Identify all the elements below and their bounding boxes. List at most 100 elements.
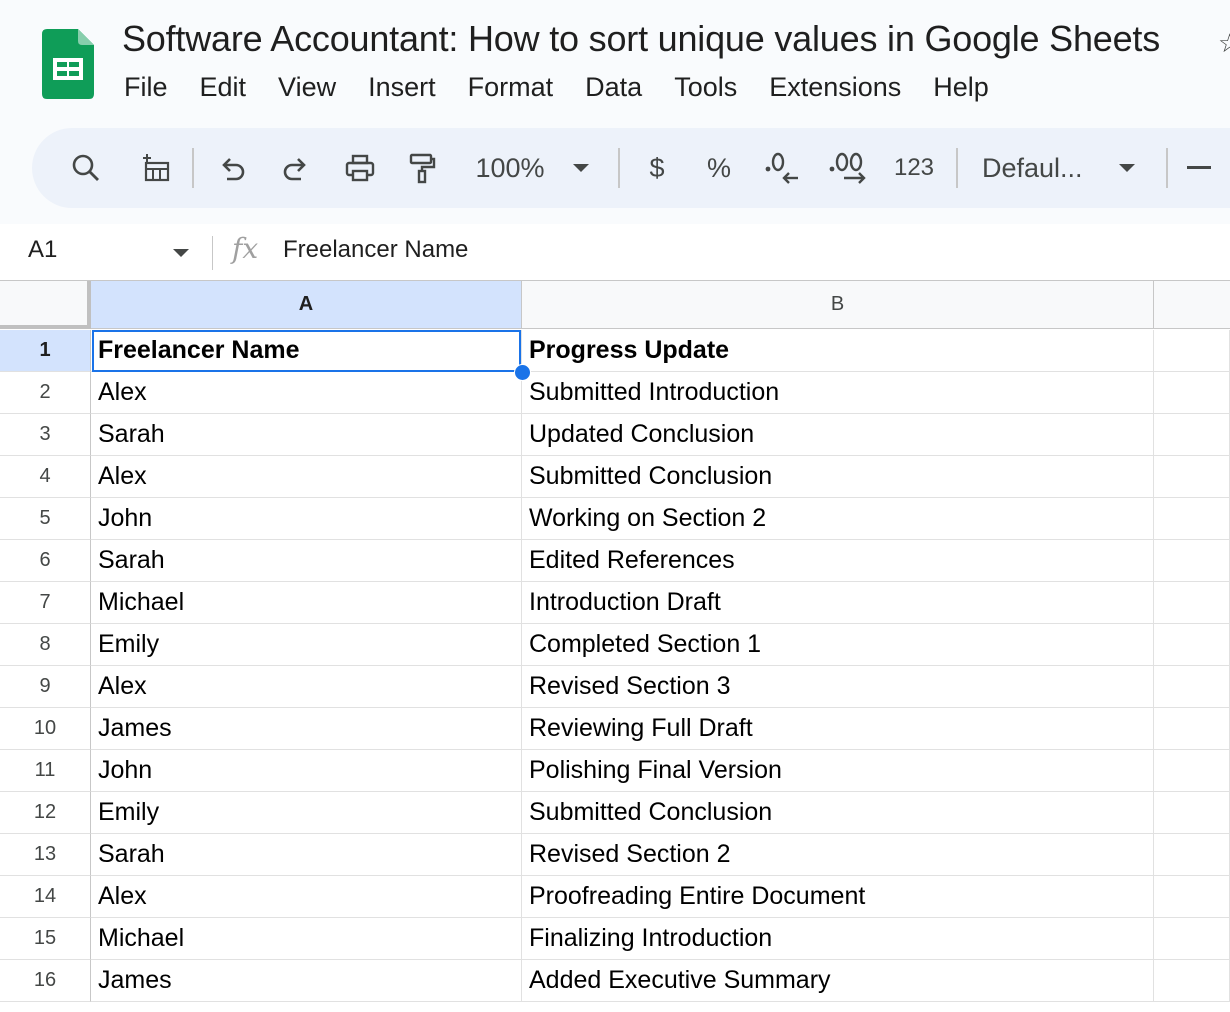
cell-a[interactable]: Alex [91,876,522,918]
cell-c[interactable] [1154,750,1230,792]
cell-b[interactable]: Added Executive Summary [522,960,1154,1002]
star-icon[interactable]: ☆ [1218,28,1230,59]
cell-c[interactable] [1154,666,1230,708]
row-header[interactable]: 15 [0,918,91,960]
cell-a[interactable]: James [91,708,522,750]
cell-a[interactable]: Emily [91,792,522,834]
row-header[interactable]: 6 [0,540,91,582]
font-select[interactable]: Defaul... [982,128,1094,208]
redo-button[interactable] [276,128,316,208]
cell-b[interactable]: Proofreading Entire Document [522,876,1154,918]
cell-c[interactable] [1154,960,1230,1002]
cell-b[interactable]: Edited References [522,540,1154,582]
more-formats-button[interactable]: 123 [890,128,938,208]
cell-b[interactable]: Submitted Conclusion [522,792,1154,834]
paint-format-button[interactable] [402,128,442,208]
row-header[interactable]: 12 [0,792,91,834]
cell-a[interactable]: James [91,960,522,1002]
formula-input[interactable]: Freelancer Name [283,236,468,264]
row-header[interactable]: 3 [0,414,91,456]
cell-c[interactable] [1154,918,1230,960]
row-header[interactable]: 11 [0,750,91,792]
cell-c[interactable] [1154,708,1230,750]
cell-a[interactable]: Freelancer Name [91,330,522,372]
google-sheets-logo-icon[interactable] [42,29,94,99]
decrease-font-size-button[interactable] [1184,128,1214,208]
cell-c[interactable] [1154,330,1230,372]
font-dropdown-button[interactable] [1114,128,1140,208]
cell-c[interactable] [1154,582,1230,624]
column-header-a[interactable]: A [91,281,522,329]
menu-data[interactable]: Data [569,70,658,105]
fill-handle[interactable] [514,364,531,381]
cell-a[interactable]: Sarah [91,834,522,876]
column-header-c[interactable] [1154,281,1230,329]
cell-c[interactable] [1154,792,1230,834]
cell-b[interactable]: Updated Conclusion [522,414,1154,456]
cell-a[interactable]: Sarah [91,414,522,456]
menu-tools[interactable]: Tools [658,70,753,105]
currency-format-button[interactable]: $ [640,128,674,208]
row-header[interactable]: 2 [0,372,91,414]
cell-a[interactable]: Alex [91,372,522,414]
cell-b[interactable]: Revised Section 3 [522,666,1154,708]
zoom-dropdown-button[interactable] [568,128,594,208]
row-header[interactable]: 13 [0,834,91,876]
zoom-select[interactable]: 100% [468,128,552,208]
increase-decimal-button[interactable] [828,128,868,208]
cell-b[interactable]: Completed Section 1 [522,624,1154,666]
cell-b[interactable]: Revised Section 2 [522,834,1154,876]
cell-c[interactable] [1154,540,1230,582]
menu-view[interactable]: View [262,70,352,105]
cell-a[interactable]: Alex [91,456,522,498]
menu-extensions[interactable]: Extensions [753,70,917,105]
cell-c[interactable] [1154,456,1230,498]
decrease-decimal-button[interactable] [762,128,802,208]
row-header[interactable]: 1 [0,330,91,372]
cell-a[interactable]: Michael [91,582,522,624]
document-title[interactable]: Software Accountant: How to sort unique … [122,18,1160,60]
cell-a[interactable]: Michael [91,918,522,960]
print-button[interactable] [340,128,380,208]
cell-c[interactable] [1154,876,1230,918]
row-header[interactable]: 9 [0,666,91,708]
menu-file[interactable]: File [108,70,184,105]
cell-b[interactable]: Working on Section 2 [522,498,1154,540]
name-box[interactable]: A1 [28,236,57,264]
cell-b[interactable]: Reviewing Full Draft [522,708,1154,750]
cell-a[interactable]: Alex [91,666,522,708]
row-header[interactable]: 16 [0,960,91,1002]
menu-help[interactable]: Help [917,70,1005,105]
cell-c[interactable] [1154,414,1230,456]
row-header[interactable]: 7 [0,582,91,624]
row-header[interactable]: 5 [0,498,91,540]
cell-b[interactable]: Finalizing Introduction [522,918,1154,960]
row-header[interactable]: 10 [0,708,91,750]
undo-button[interactable] [212,128,252,208]
menu-insert[interactable]: Insert [352,70,452,105]
cell-a[interactable]: John [91,750,522,792]
cell-a[interactable]: John [91,498,522,540]
new-table-button[interactable] [136,128,176,208]
cell-b[interactable]: Polishing Final Version [522,750,1154,792]
cell-c[interactable] [1154,498,1230,540]
cell-c[interactable] [1154,372,1230,414]
cell-b[interactable]: Progress Update [522,330,1154,372]
row-header[interactable]: 14 [0,876,91,918]
cell-b[interactable]: Submitted Introduction [522,372,1154,414]
cell-c[interactable] [1154,624,1230,666]
search-menus-button[interactable] [66,128,106,208]
menu-edit[interactable]: Edit [184,70,263,105]
cell-b[interactable]: Introduction Draft [522,582,1154,624]
cell-a[interactable]: Sarah [91,540,522,582]
cell-c[interactable] [1154,834,1230,876]
cell-b[interactable]: Submitted Conclusion [522,456,1154,498]
cell-a[interactable]: Emily [91,624,522,666]
column-header-b[interactable]: B [522,281,1154,329]
name-box-dropdown-icon[interactable] [172,246,190,264]
percent-format-button[interactable]: % [702,128,736,208]
menu-format[interactable]: Format [452,70,570,105]
row-header[interactable]: 4 [0,456,91,498]
select-all-corner[interactable] [0,281,91,329]
row-header[interactable]: 8 [0,624,91,666]
